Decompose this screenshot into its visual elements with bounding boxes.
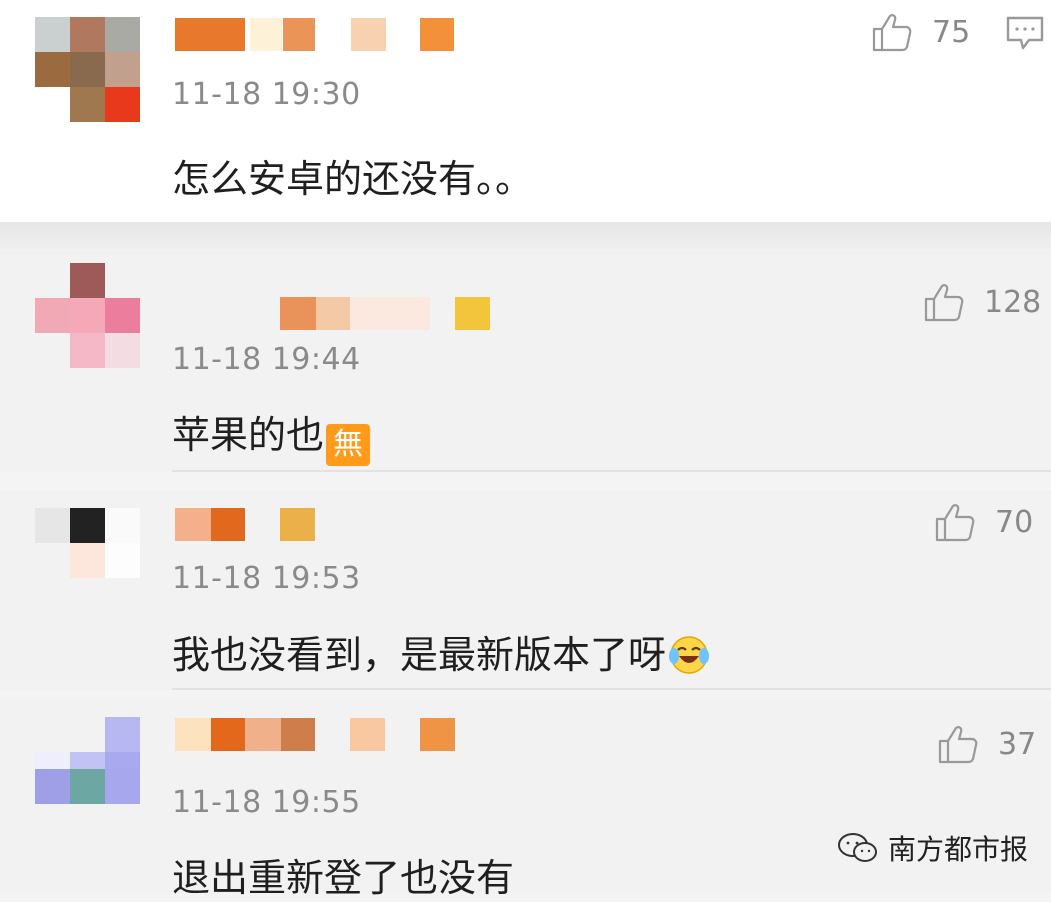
comment-text: 我也没看到，是最新版本了呀 [172, 624, 710, 685]
comment-time: 11-18 19:44 [172, 342, 361, 377]
username-blurred[interactable] [175, 718, 465, 754]
like-count: 37 [998, 726, 1037, 762]
thumbs-up-icon [924, 284, 964, 322]
like-button[interactable]: 70 [933, 500, 1033, 544]
like-button[interactable]: 37 [936, 722, 1036, 766]
username-blurred[interactable] [175, 297, 495, 333]
comment-item: 11-18 19:30 怎么安卓的还没有。。 75 [0, 0, 1051, 222]
username-blurred[interactable] [175, 508, 465, 544]
username-blurred[interactable] [175, 18, 465, 54]
thumbs-up-icon [938, 726, 978, 764]
watermark: 南方都市报 [836, 828, 1028, 868]
comment-text: 怎么安卓的还没有。。 [172, 157, 534, 201]
like-button[interactable]: 128 [922, 280, 1041, 324]
comment-more-icon[interactable] [1005, 14, 1045, 52]
comment-time: 11-18 19:30 [172, 77, 361, 112]
comment-time: 11-18 19:55 [172, 785, 361, 820]
like-count: 128 [984, 284, 1042, 320]
section-divider [0, 222, 1051, 250]
thumbs-up-icon [935, 504, 975, 542]
like-count: 75 [932, 14, 971, 50]
avatar[interactable] [35, 508, 140, 613]
like-button[interactable]: 75 [870, 10, 970, 54]
divider [172, 688, 1051, 690]
wechat-icon [838, 833, 877, 862]
divider [172, 470, 1051, 472]
comment-text: 苹果的也無 [172, 404, 371, 466]
thumbs-up-icon [872, 14, 912, 52]
wu-emoji-icon: 無 [326, 424, 371, 466]
comment-time: 11-18 19:53 [172, 561, 361, 596]
watermark-text: 南方都市报 [888, 833, 1029, 866]
avatar[interactable] [35, 263, 140, 368]
comment-item: 11-18 19:44 苹果的也無 128 [0, 250, 1051, 472]
comment-text: 退出重新登了也没有 [172, 856, 515, 900]
comment-item: 11-18 19:53 我也没看到，是最新版本了呀 70 [0, 490, 1051, 690]
avatar[interactable] [35, 17, 140, 122]
like-count: 70 [995, 504, 1034, 540]
laughing-crying-face-icon [668, 634, 710, 685]
avatar[interactable] [35, 717, 140, 822]
